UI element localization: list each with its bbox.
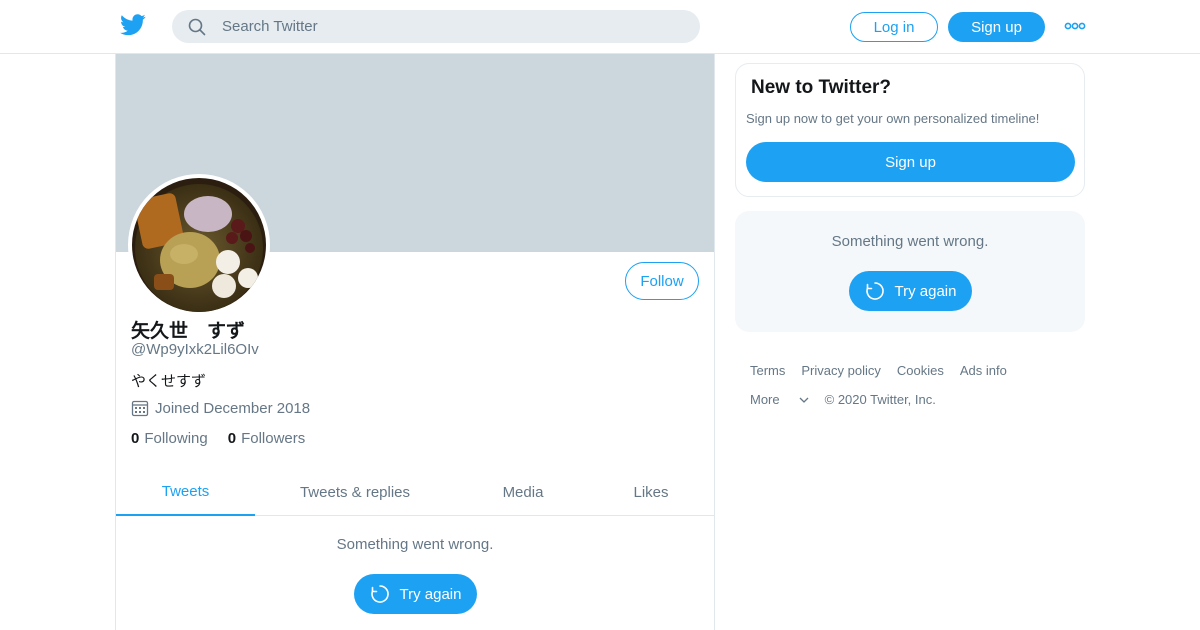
sidebar-error-card: Something went wrong. Try again (735, 211, 1085, 332)
user-handle: @Wp9yIxk2Lil6OIv (131, 341, 259, 358)
timeline-error-text: Something went wrong. (336, 536, 494, 553)
refresh-icon (370, 585, 389, 603)
footer-more-label: More (750, 392, 780, 407)
tab-likes[interactable]: Likes (591, 468, 711, 516)
search-input[interactable] (222, 10, 682, 43)
join-date: Joined December 2018 (131, 399, 310, 417)
search-icon (188, 18, 206, 36)
followers-count: 0 (227, 430, 237, 447)
footer-link-ads-info[interactable]: Ads info (960, 363, 1007, 378)
top-bar: Log in Sign up (0, 0, 1200, 54)
footer-more-button[interactable]: More (750, 392, 809, 407)
join-date-text: Joined December 2018 (155, 399, 311, 417)
profile-stats: 0 Following 0 Followers (131, 430, 325, 447)
timeline-retry-button[interactable]: Try again (354, 574, 477, 614)
sidebar-retry-label: Try again (894, 282, 957, 300)
footer-link-privacy[interactable]: Privacy policy (801, 363, 880, 378)
timeline-retry-label: Try again (399, 585, 462, 603)
signup-card-title: New to Twitter? (751, 77, 892, 98)
tab-tweets-replies[interactable]: Tweets & replies (255, 468, 455, 516)
search-box[interactable] (172, 10, 700, 43)
tab-media[interactable]: Media (455, 468, 591, 516)
tab-tweets[interactable]: Tweets (116, 468, 255, 516)
signup-button[interactable]: Sign up (948, 12, 1045, 42)
footer: Terms Privacy policy Cookies Ads info Mo… (750, 363, 1080, 421)
calendar-icon (131, 400, 149, 417)
signup-card: New to Twitter? Sign up now to get your … (735, 63, 1085, 197)
signup-card-button[interactable]: Sign up (746, 142, 1075, 182)
footer-link-cookies[interactable]: Cookies (897, 363, 944, 378)
login-button[interactable]: Log in (850, 12, 938, 42)
profile-column: Follow 矢久世 すず @Wp9yIxk2Lil6OIv やくせすず Joi… (115, 54, 715, 630)
refresh-icon (865, 282, 884, 300)
profile-bio: やくせすず (131, 373, 207, 390)
followers-label: Followers (241, 430, 306, 447)
follow-button[interactable]: Follow (625, 262, 699, 300)
sidebar-retry-button[interactable]: Try again (849, 271, 972, 311)
twitter-bird-icon[interactable] (120, 14, 146, 36)
followers-stat[interactable]: 0 Followers (228, 430, 306, 447)
display-name: 矢久世 すず (131, 321, 246, 342)
more-options-icon[interactable] (1064, 18, 1086, 34)
following-stat[interactable]: 0 Following (131, 430, 208, 447)
sidebar-error-text: Something went wrong. (831, 233, 989, 250)
profile-tabs: Tweets Tweets & replies Media Likes (116, 468, 714, 516)
following-label: Following (144, 430, 208, 447)
following-count: 0 (131, 430, 140, 447)
avatar-image (132, 178, 266, 312)
avatar[interactable] (128, 174, 270, 316)
signup-card-desc: Sign up now to get your own personalized… (746, 111, 1040, 126)
chevron-down-icon (799, 397, 809, 403)
footer-copyright: © 2020 Twitter, Inc. (824, 392, 936, 407)
footer-link-terms[interactable]: Terms (750, 363, 785, 378)
